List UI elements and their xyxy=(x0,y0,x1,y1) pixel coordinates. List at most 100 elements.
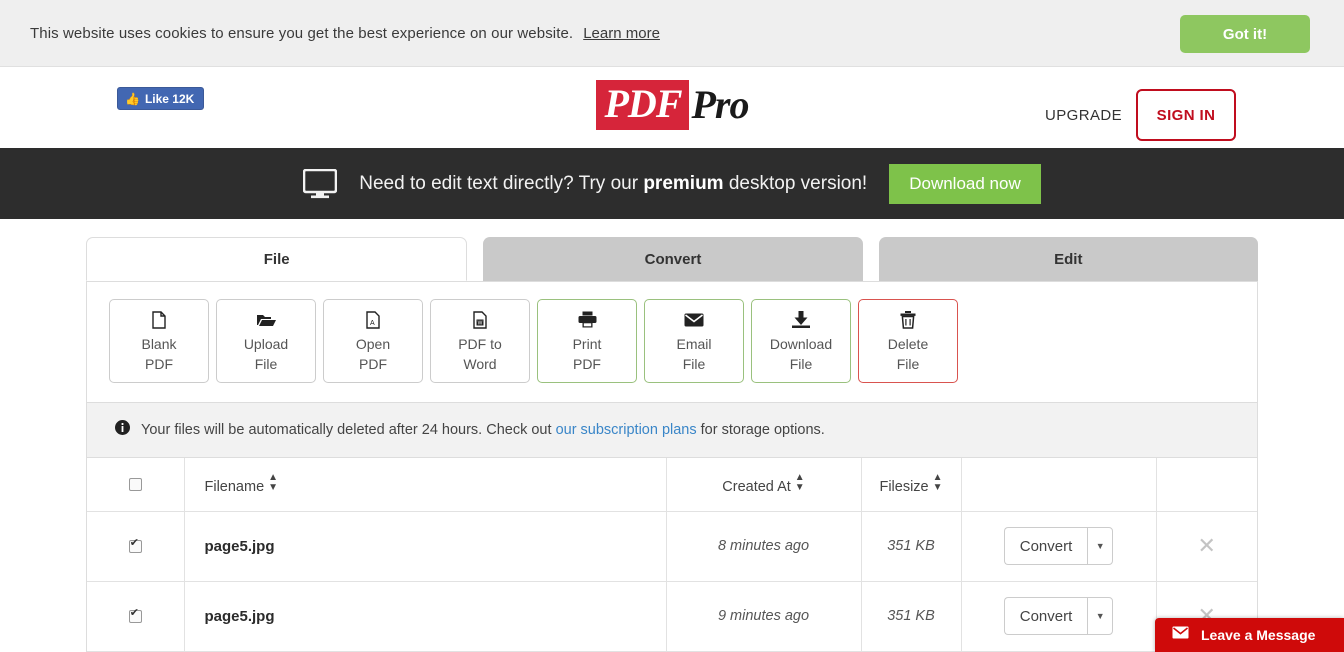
print-pdf-button[interactable]: Print PDF xyxy=(537,299,637,383)
logo-link[interactable]: PDF Pro xyxy=(595,80,750,130)
header-actions: UPGRADE SIGN IN xyxy=(1045,89,1236,141)
open-pdf-label: Open PDF xyxy=(355,335,391,372)
tab-edit[interactable]: Edit xyxy=(878,237,1258,281)
column-header-filesize-label: Filesize xyxy=(879,478,929,495)
svg-text:A: A xyxy=(370,320,375,327)
promo-text: Need to edit text directly? Try our prem… xyxy=(359,173,867,195)
chevron-down-icon[interactable]: ▼ xyxy=(1087,597,1114,635)
print-pdf-label: Print PDF xyxy=(572,335,602,372)
files-table-head: Filename ▲ ▼ Created At ▲ ▼ Filesize ▲ ▼ xyxy=(87,458,1257,512)
download-file-button[interactable]: Download File xyxy=(751,299,851,383)
cookie-accept-button[interactable]: Got it! xyxy=(1180,15,1310,53)
row-filesize: 351 KB xyxy=(860,511,962,582)
column-header-remove xyxy=(1155,458,1257,512)
file-panel: Blank PDF Upload File A Open PDF W PDF to Wo… xyxy=(86,281,1258,652)
convert-button[interactable]: Convert xyxy=(1003,597,1088,635)
download-file-label: Download File xyxy=(769,335,833,372)
download-now-button[interactable]: Download now xyxy=(889,163,1041,204)
row-checkbox[interactable] xyxy=(128,607,142,623)
logo-pdf-text: PDF xyxy=(595,80,689,130)
cookie-learn-more-link[interactable]: Learn more xyxy=(583,25,660,42)
row-filename-cell: page5.jpg xyxy=(183,581,667,652)
row-select-cell xyxy=(87,511,185,582)
delete-file-label: Delete File xyxy=(887,335,929,372)
column-header-filename-label: Filename xyxy=(204,478,265,495)
column-header-filename[interactable]: Filename ▲ ▼ xyxy=(183,458,667,512)
envelope-icon xyxy=(684,310,704,330)
files-table-body: page5.jpg 8 minutes ago 351 KB Convert ▼… xyxy=(87,511,1257,652)
sort-caret-icon: ▲ ▼ xyxy=(268,471,279,493)
download-icon xyxy=(792,310,810,330)
folder-open-icon xyxy=(256,310,276,330)
row-select-cell xyxy=(87,581,185,652)
row-created-at: 8 minutes ago xyxy=(665,511,862,582)
subscription-plans-link[interactable]: our subscription plans xyxy=(556,422,697,438)
promo-text-after: desktop version! xyxy=(723,172,868,194)
column-header-actions xyxy=(960,458,1157,512)
envelope-icon xyxy=(1172,626,1189,644)
column-header-created-at-label: Created At xyxy=(722,478,791,495)
trash-icon xyxy=(900,310,916,330)
column-header-filesize[interactable]: Filesize ▲ ▼ xyxy=(860,458,962,512)
cookie-message: This website uses cookies to ensure you … xyxy=(30,24,574,42)
main-content: File Convert Edit Blank PDF Upload File A xyxy=(86,219,1258,652)
desktop-promo-banner: Need to edit text directly? Try our prem… xyxy=(0,148,1344,219)
notice-text-after: for storage options. xyxy=(696,422,825,438)
pdf-to-word-button[interactable]: W PDF to Word xyxy=(430,299,530,383)
delete-file-button[interactable]: Delete File xyxy=(858,299,958,383)
upload-file-label: Upload File xyxy=(243,335,289,372)
pdf-file-icon: A xyxy=(366,310,380,330)
row-filename-cell: page5.jpg xyxy=(183,511,667,582)
site-header: 👍 Like 12K PDF Pro UPGRADE SIGN IN xyxy=(0,67,1344,148)
sort-caret-icon: ▲ ▼ xyxy=(794,471,805,493)
tab-convert[interactable]: Convert xyxy=(483,237,863,281)
tab-bar: File Convert Edit xyxy=(86,237,1258,281)
row-actions-cell: Convert ▼ xyxy=(960,511,1157,582)
open-pdf-button[interactable]: A Open PDF xyxy=(323,299,423,383)
monitor-icon xyxy=(303,168,338,199)
word-file-icon: W xyxy=(473,310,487,330)
convert-button[interactable]: Convert xyxy=(1003,527,1088,565)
svg-text:W: W xyxy=(478,320,483,326)
cookie-consent-bar: This website uses cookies to ensure you … xyxy=(0,0,1344,67)
tab-file[interactable]: File xyxy=(86,237,468,281)
promo-text-before: Need to edit text directly? Try our xyxy=(359,172,644,194)
leave-a-message-widget[interactable]: Leave a Message xyxy=(1155,618,1344,652)
email-file-button[interactable]: Email File xyxy=(644,299,744,383)
email-file-label: Email File xyxy=(676,335,712,372)
row-filename: page5.jpg xyxy=(204,537,275,555)
row-checkbox[interactable] xyxy=(128,537,142,553)
facebook-like-label: Like 12K xyxy=(144,91,195,106)
convert-split-button[interactable]: Convert ▼ xyxy=(1003,597,1114,635)
file-retention-notice: Your files will be automatically deleted… xyxy=(87,402,1257,458)
chevron-down-icon[interactable]: ▼ xyxy=(1087,527,1114,565)
leave-a-message-label: Leave a Message xyxy=(1201,627,1316,643)
files-table: Filename▲▼ Created At▲▼ Filesize▲▼ xyxy=(87,458,1257,652)
row-remove-cell: ✕ xyxy=(1155,511,1257,582)
printer-icon xyxy=(578,310,597,330)
pdf-to-word-label: PDF to Word xyxy=(458,335,502,372)
logo-pro-text: Pro xyxy=(691,82,750,127)
upload-file-button[interactable]: Upload File xyxy=(216,299,316,383)
select-all-cell xyxy=(87,458,185,512)
sort-caret-icon: ▲ ▼ xyxy=(932,471,943,493)
select-all-checkbox[interactable] xyxy=(128,477,142,491)
blank-page-icon xyxy=(152,310,166,330)
convert-split-button[interactable]: Convert ▼ xyxy=(1003,527,1114,565)
table-header-row: Filename ▲ ▼ Created At ▲ ▼ Filesize ▲ ▼ xyxy=(87,458,1257,512)
promo-text-bold: premium xyxy=(643,172,724,194)
blank-pdf-button[interactable]: Blank PDF xyxy=(109,299,209,383)
row-created-at: 9 minutes ago xyxy=(665,581,862,652)
sign-in-button[interactable]: SIGN IN xyxy=(1136,89,1236,141)
facebook-like-button[interactable]: 👍 Like 12K xyxy=(117,87,205,110)
blank-pdf-label: Blank PDF xyxy=(141,335,177,372)
remove-row-button[interactable]: ✕ xyxy=(1198,533,1216,558)
row-filename: page5.jpg xyxy=(204,607,275,625)
upgrade-link[interactable]: UPGRADE xyxy=(1045,107,1122,124)
thumbs-up-icon: 👍 xyxy=(125,91,140,106)
table-row: page5.jpg 8 minutes ago 351 KB Convert ▼… xyxy=(87,511,1257,582)
notice-text: Your files will be automatically deleted… xyxy=(141,422,825,438)
file-toolbar: Blank PDF Upload File A Open PDF W PDF to Wo… xyxy=(87,282,1257,402)
column-header-created-at[interactable]: Created At ▲ ▼ xyxy=(665,458,862,512)
notice-text-before: Your files will be automatically deleted… xyxy=(141,422,556,438)
